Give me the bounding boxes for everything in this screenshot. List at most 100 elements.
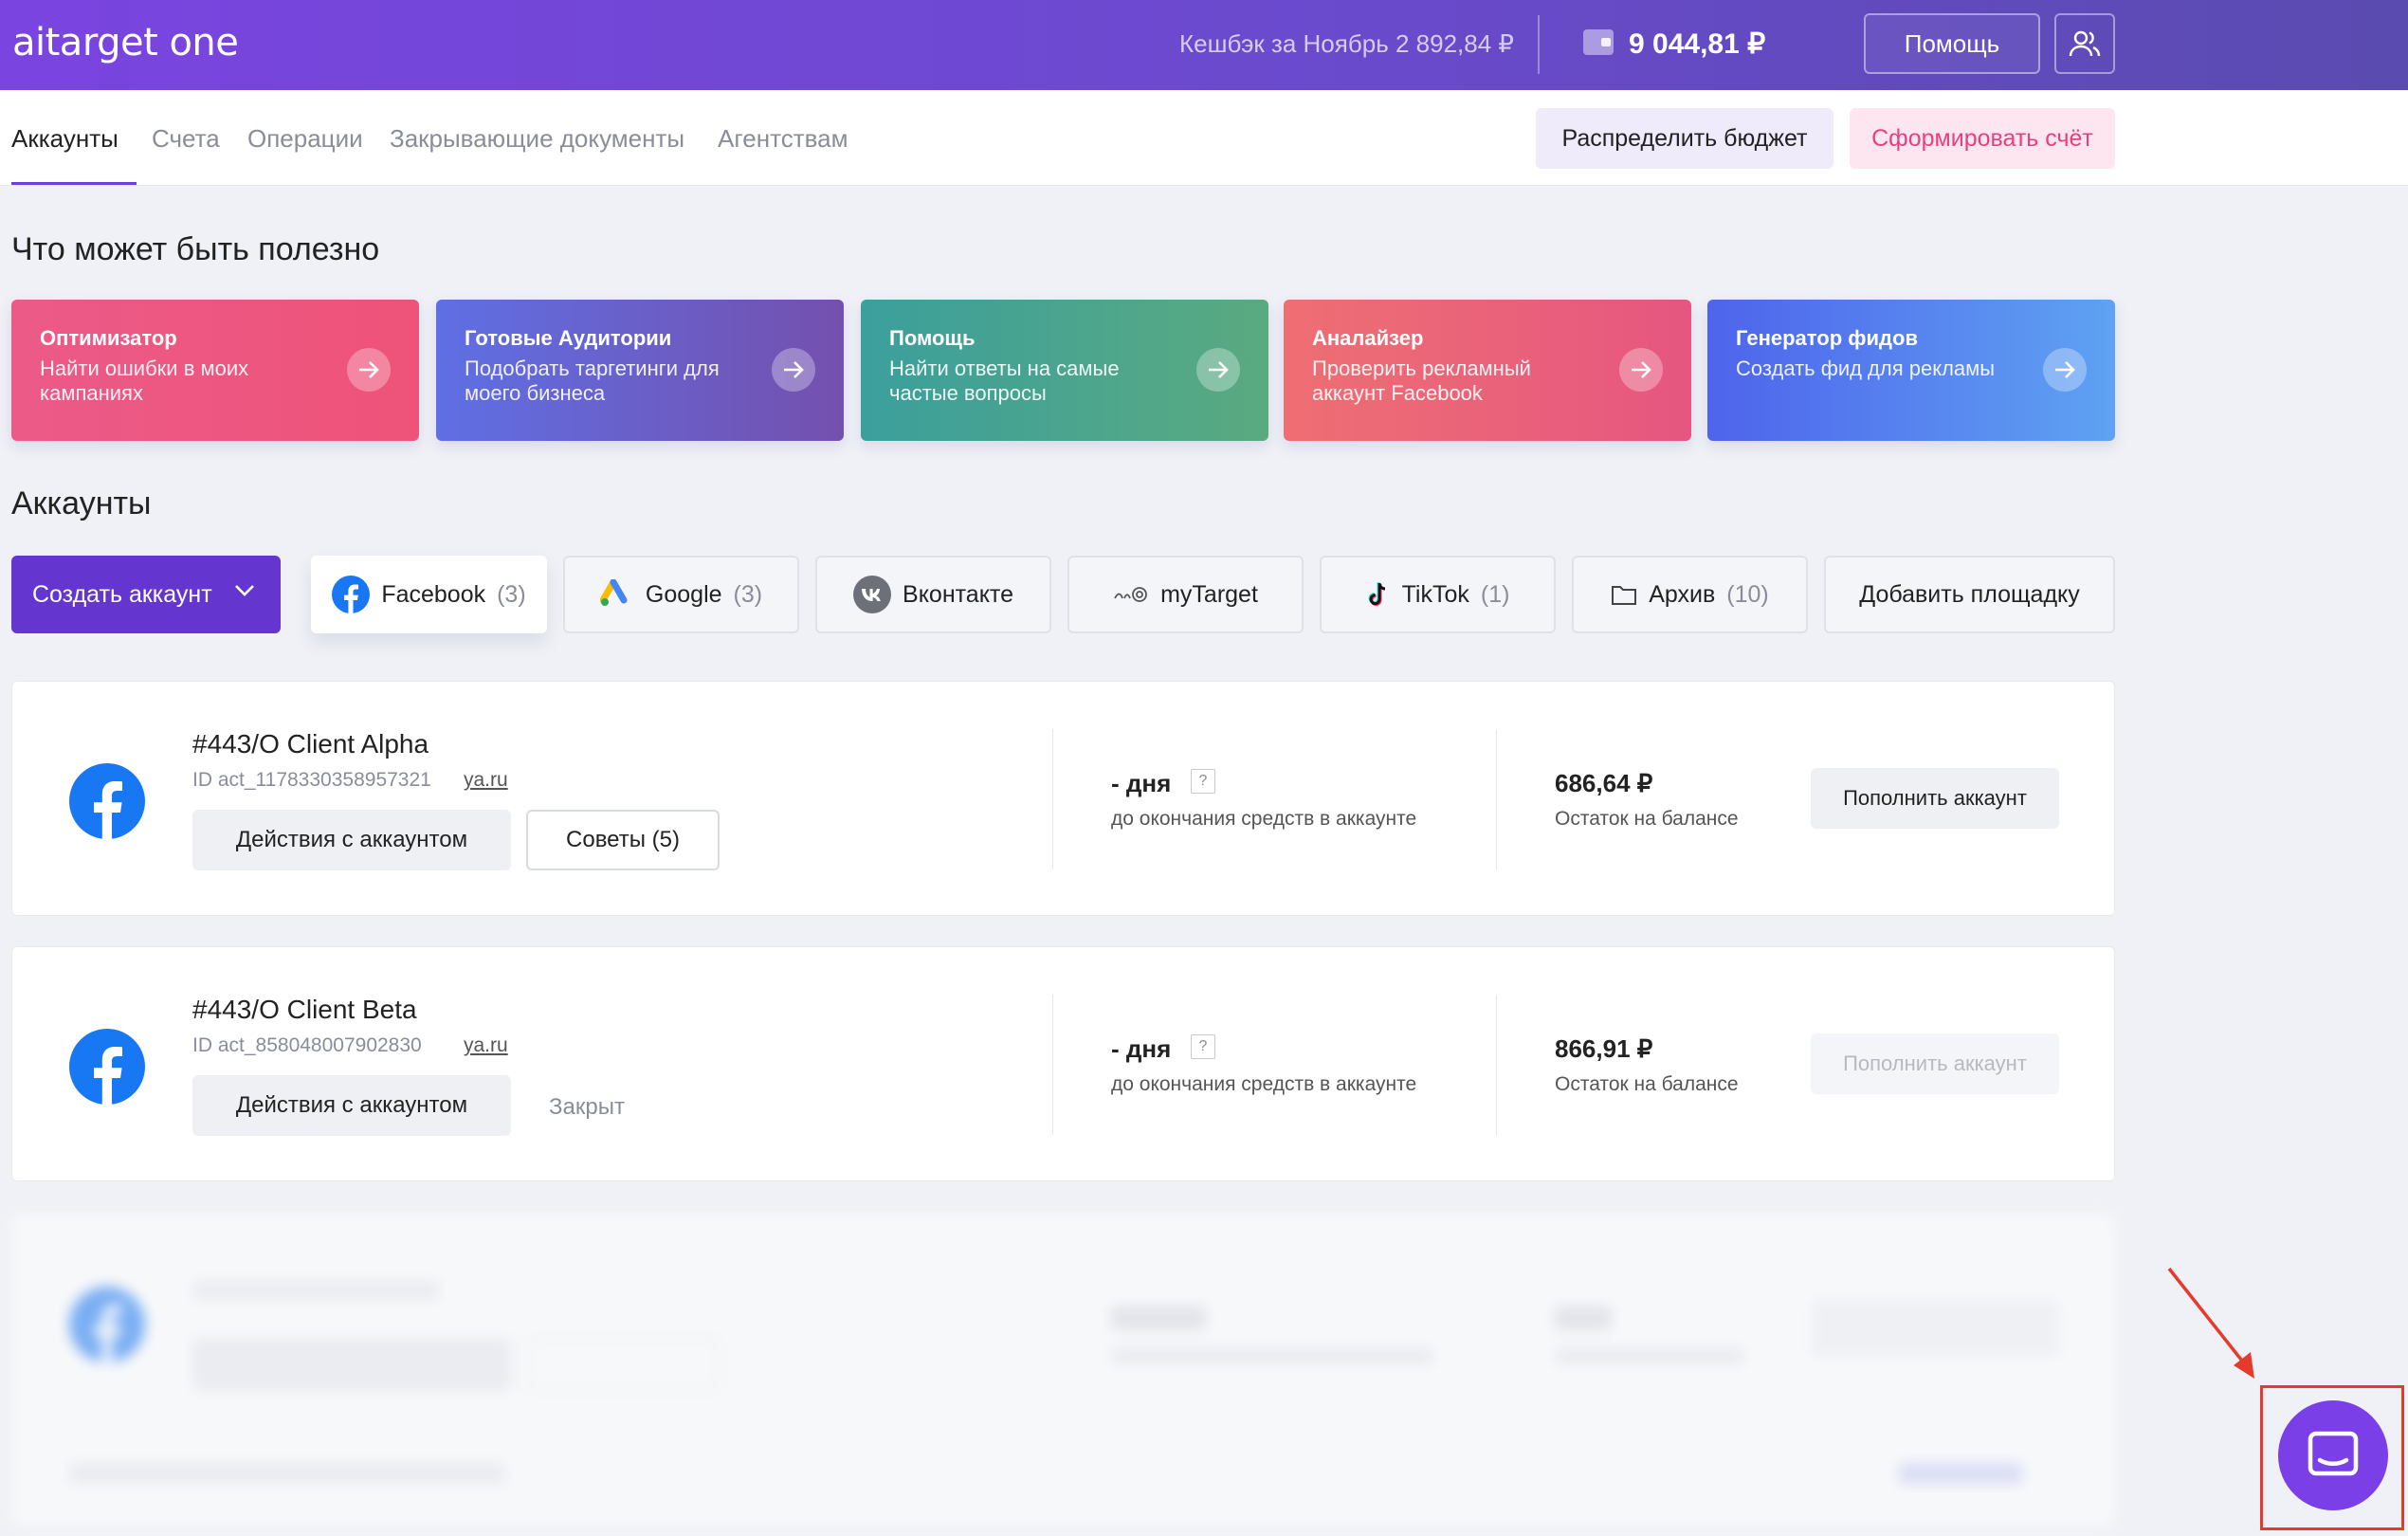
annotation-arrow-icon xyxy=(2167,1267,2254,1379)
account-actions-button[interactable]: Действия с аккаунтом xyxy=(192,1075,511,1136)
divider xyxy=(1052,729,1053,869)
header-divider xyxy=(1538,15,1540,74)
card-analyzer[interactable]: Аналайзер Проверить рекламный аккаунт Fa… xyxy=(1284,300,1691,441)
blurred-account-card xyxy=(11,1214,2115,1527)
card-optimizer[interactable]: Оптимизатор Найти ошибки в моих кампания… xyxy=(11,300,419,441)
account-name[interactable]: #443/O Client Alpha xyxy=(192,729,429,759)
platform-tab-archive[interactable]: Архив (10) xyxy=(1572,556,1808,633)
account-balance-caption: Остаток на балансе xyxy=(1555,808,1739,830)
card-title: Готовые Аудитории xyxy=(465,326,672,350)
cashback-info: Кешбэк за Ноябрь 2 892,84 ₽ xyxy=(1179,29,1514,58)
platform-name: TikTok xyxy=(1401,580,1469,608)
account-site-link[interactable]: ya.ru xyxy=(464,1034,508,1057)
help-question-icon[interactable]: ? xyxy=(1191,1034,1215,1059)
platform-name: myTarget xyxy=(1160,580,1258,608)
account-actions-button[interactable]: Действия с аккаунтом xyxy=(192,810,511,870)
account-name[interactable]: #443/O Client Beta xyxy=(192,995,417,1025)
wallet-icon xyxy=(1583,29,1614,55)
chat-widget-button[interactable] xyxy=(2278,1400,2388,1510)
blurred-block xyxy=(1811,1300,2059,1357)
blurred-block xyxy=(526,1338,720,1391)
account-id: ID act_1178330358957321 xyxy=(192,769,431,791)
platform-name: Facebook xyxy=(381,580,486,608)
users-button[interactable] xyxy=(2054,13,2115,74)
days-left: - дня xyxy=(1111,1034,1172,1063)
account-card: #443/O Client Alpha ID act_1178330358957… xyxy=(11,681,2115,916)
facebook-icon xyxy=(69,763,145,839)
card-text: Проверить рекламный аккаунт Facebook xyxy=(1312,357,1531,405)
divider xyxy=(1496,729,1497,869)
days-left-caption: до окончания средств в аккаунте xyxy=(1111,808,1417,830)
account-status: Закрыт xyxy=(549,1094,625,1120)
account-balance: 686,64 ₽ xyxy=(1555,769,1653,797)
tab-operations[interactable]: Операции xyxy=(247,124,363,154)
blurred-block xyxy=(69,1463,505,1484)
days-left: - дня xyxy=(1111,769,1172,797)
folder-icon xyxy=(1612,586,1637,605)
facebook-icon xyxy=(69,1029,145,1105)
facebook-icon xyxy=(332,576,371,613)
add-platform-button[interactable]: Добавить площадку xyxy=(1824,556,2115,633)
tab-invoices[interactable]: Счета xyxy=(152,124,220,154)
blurred-block xyxy=(1111,1347,1433,1364)
platform-name: Google xyxy=(645,580,722,608)
card-title: Оптимизатор xyxy=(40,326,177,350)
arrow-right-icon xyxy=(772,348,815,392)
facebook-icon xyxy=(69,1287,145,1362)
card-feed-generator[interactable]: Генератор фидов Создать фид для рекламы xyxy=(1707,300,2115,441)
tab-agencies[interactable]: Агентствам xyxy=(718,124,848,154)
blurred-block xyxy=(1555,1347,1744,1364)
blurred-block xyxy=(1899,1463,2022,1484)
divider xyxy=(1496,995,1497,1135)
top-up-button[interactable]: Пополнить аккаунт xyxy=(1811,768,2059,829)
tips-button[interactable]: Советы (5) xyxy=(526,810,720,870)
top-up-button: Пополнить аккаунт xyxy=(1811,1033,2059,1094)
help-button[interactable]: Помощь xyxy=(1864,13,2040,74)
arrow-right-icon xyxy=(1619,348,1663,392)
help-question-icon[interactable]: ? xyxy=(1191,769,1215,794)
platform-name: Вконтакте xyxy=(903,580,1013,608)
users-icon xyxy=(2069,30,2101,57)
create-invoice-button[interactable]: Сформировать счёт xyxy=(1850,108,2115,169)
days-left-caption: до окончания средств в аккаунте xyxy=(1111,1073,1417,1095)
blurred-block xyxy=(1555,1306,1612,1330)
section-nav: Аккаунты Счета Операции Закрывающие доку… xyxy=(0,90,2408,186)
card-text: Найти ответы на самые частые вопросы xyxy=(889,357,1120,405)
wallet-balance[interactable]: 9 044,81 ₽ xyxy=(1629,27,1765,61)
account-balance-caption: Остаток на балансе xyxy=(1555,1073,1739,1095)
create-account-button[interactable]: Создать аккаунт xyxy=(11,556,281,633)
account-site-link[interactable]: ya.ru xyxy=(464,769,508,792)
app-logo[interactable]: aitarget one xyxy=(12,21,239,64)
card-audiences[interactable]: Готовые Аудитории Подобрать таргетинги д… xyxy=(436,300,844,441)
distribute-budget-button[interactable]: Распределить бюджет xyxy=(1536,108,1833,169)
chevron-down-icon xyxy=(235,585,254,596)
account-balance: 866,91 ₽ xyxy=(1555,1034,1653,1063)
platform-tab-tiktok[interactable]: TikTok (1) xyxy=(1320,556,1556,633)
card-title: Аналайзер xyxy=(1312,326,1424,350)
divider xyxy=(1052,995,1053,1135)
platform-tab-facebook[interactable]: Facebook (3) xyxy=(311,556,547,633)
platform-count: (10) xyxy=(1726,580,1769,608)
tab-closing-documents[interactable]: Закрывающие документы xyxy=(390,124,684,154)
card-text: Создать фид для рекламы xyxy=(1736,357,1996,380)
tab-accounts[interactable]: Аккаунты xyxy=(11,124,119,154)
platform-tab-google[interactable]: Google (3) xyxy=(563,556,799,633)
card-help[interactable]: Помощь Найти ответы на самые частые вопр… xyxy=(861,300,1268,441)
platform-count: (1) xyxy=(1480,580,1510,608)
blurred-block xyxy=(192,1281,439,1300)
google-ads-icon xyxy=(599,579,628,606)
mytarget-icon xyxy=(1114,587,1147,602)
useful-heading: Что может быть полезно xyxy=(11,231,380,267)
active-tab-indicator xyxy=(11,182,137,185)
blurred-block xyxy=(1111,1306,1206,1330)
arrow-right-icon xyxy=(347,348,391,392)
card-title: Генератор фидов xyxy=(1736,326,1918,350)
account-id: ID act_858048007902830 xyxy=(192,1034,422,1056)
blurred-block xyxy=(192,1338,511,1391)
card-text: Найти ошибки в моих кампаниях xyxy=(40,357,249,405)
platform-count: (3) xyxy=(733,580,763,608)
card-text: Подобрать таргетинги для моего бизнеса xyxy=(465,357,720,405)
platform-tab-vkontakte[interactable]: Вконтакте xyxy=(815,556,1051,633)
platform-tab-mytarget[interactable]: myTarget xyxy=(1067,556,1304,633)
vk-icon xyxy=(853,576,892,613)
